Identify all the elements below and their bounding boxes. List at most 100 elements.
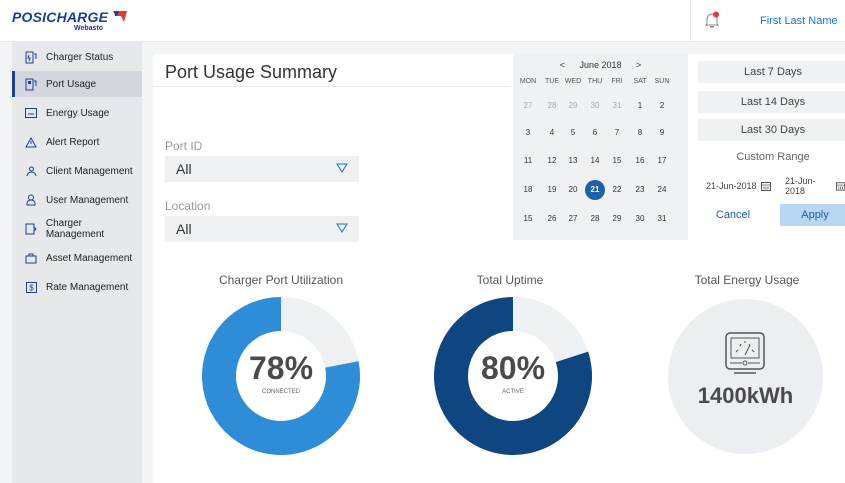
calendar-day[interactable]: 24 [651,181,673,199]
calendar-day[interactable]: 18 [517,181,539,199]
calendar-day[interactable]: 11 [517,152,539,170]
sidebar-item-rate-management[interactable]: $ Rate Management [12,274,142,300]
start-date-value: 21-Jun-2018 [706,181,757,191]
last-7-days-button[interactable]: Last 7 Days [698,61,845,83]
calendar-dow: MON [519,78,537,85]
bell-icon[interactable] [704,11,720,29]
calendar-day[interactable]: 27 [562,210,584,228]
calendar-day[interactable]: 4 [541,124,563,142]
calendar-day[interactable]: 15 [517,210,539,228]
end-date-value: 21-Jun-2018 [785,176,816,196]
calendar-dow: TUE [545,78,559,85]
end-date-field[interactable]: 21-Jun-2018 [785,175,845,197]
rate-icon: $ [24,280,38,294]
sidebar-item-charger-status[interactable]: Charger Status [12,44,142,70]
svg-text:$: $ [29,283,34,292]
sidebar-item-energy-usage[interactable]: Energy Usage [12,100,142,126]
meter-icon [725,332,765,374]
calendar-day[interactable]: 7 [606,124,628,142]
apply-button[interactable]: Apply [780,204,845,226]
date-range-panel: Last 7 Days Last 14 Days Last 30 Days Cu… [688,54,845,240]
uptime-center: 80% ACTIVE [468,331,558,421]
utilization-center: 78% CONNECTED [236,331,326,421]
calendar-day[interactable]: 30 [584,97,606,115]
calendar-day[interactable]: 8 [629,124,651,142]
calendar-month: June 2018 [579,60,622,70]
brand-sub: Webasto [74,25,104,32]
last-14-days-button[interactable]: Last 14 Days [698,91,845,113]
calendar-dow: SAT [633,78,647,85]
location-select[interactable]: All [165,216,359,242]
sidebar-item-label: Rate Management [46,281,129,293]
calendar-day[interactable]: 22 [606,181,628,199]
calendar-icon [760,182,771,191]
sidebar-item-label: Client Management [46,165,133,177]
uptime-value: 80% [480,350,546,386]
prev-month-button[interactable]: < [560,60,565,70]
port-id-label: Port ID [165,139,203,153]
calendar-day[interactable]: 6 [584,124,606,142]
location-value: All [176,221,192,237]
calendar-day[interactable]: 2 [651,97,673,115]
calendar-day[interactable]: 29 [562,97,584,115]
calendar-day[interactable]: 29 [606,210,628,228]
calendar-day[interactable]: 9 [651,124,673,142]
calendar-day[interactable]: 28 [541,97,563,115]
calendar-day[interactable]: 27 [517,97,539,115]
top-bar: POSICHARGE Webasto First Last Name [0,0,845,42]
port-id-value: All [176,161,192,177]
port-id-select[interactable]: All [165,156,359,182]
start-date-field[interactable]: 21-Jun-2018 [706,175,771,197]
top-divider [690,0,691,42]
sidebar-item-client-management[interactable]: Client Management [12,158,142,184]
calendar-dow: SUN [654,78,670,85]
user-name-link[interactable]: First Last Name [760,15,838,27]
sidebar-item-alert-report[interactable]: Alert Report [12,129,142,155]
charger-management-icon [24,222,38,236]
user-icon [24,193,38,207]
cancel-button[interactable]: Cancel [703,204,763,226]
utilization-value: 78% [248,350,314,386]
calendar-day[interactable]: 26 [541,210,563,228]
sidebar-item-label: Charger Status [46,51,114,63]
next-month-button[interactable]: > [636,60,641,70]
main-panel: Port Usage Summary Port ID All Location … [153,54,845,483]
calendar-icon [835,182,845,191]
calendar-day[interactable]: 19 [541,181,563,199]
calendar-day[interactable]: 16 [629,152,651,170]
calendar: < June 2018 > MON TUE WED THU FRI SAT SUN 27 28 2… [513,54,688,240]
chevron-down-icon [336,223,348,233]
utilization-title: Charger Port Utilization [218,273,344,287]
calendar-day[interactable]: 31 [606,97,628,115]
client-icon [24,164,38,178]
sidebar-item-asset-management[interactable]: Asset Management [12,245,142,271]
calendar-day[interactable]: 14 [584,152,606,170]
calendar-day[interactable]: 15 [606,152,628,170]
sidebar-item-label: Energy Usage [46,107,110,119]
sidebar-item-label: Alert Report [46,136,100,148]
posicharge-logo[interactable]: POSICHARGE Webasto [12,9,127,35]
last-30-days-button[interactable]: Last 30 Days [698,119,845,141]
energy-usage-icon [24,106,38,120]
sidebar-item-charger-management[interactable]: Charger Management [12,216,142,242]
calendar-day[interactable]: 28 [584,210,606,228]
sidebar-item-user-management[interactable]: User Management [12,187,142,213]
energy-title: Total Energy Usage [694,273,800,287]
calendar-day[interactable]: 17 [651,152,673,170]
calendar-day[interactable]: 3 [517,124,539,142]
calendar-day[interactable]: 23 [629,181,651,199]
calendar-day[interactable]: 5 [562,124,584,142]
custom-range-label: Custom Range [736,151,810,163]
calendar-day[interactable]: 13 [562,152,584,170]
calendar-header: < June 2018 > [513,60,688,70]
sidebar-item-label: Port Usage [46,78,97,90]
calendar-day[interactable]: 30 [629,210,651,228]
charger-status-icon [24,50,38,64]
calendar-day[interactable]: 20 [562,181,584,199]
calendar-day[interactable]: 12 [541,152,563,170]
calendar-day-selected[interactable]: 21 [585,180,605,200]
calendar-day[interactable]: 31 [651,210,673,228]
calendar-day[interactable]: 1 [629,97,651,115]
uptime-title: Total Uptime [476,273,544,287]
sidebar-item-port-usage[interactable]: Port Usage [12,71,142,97]
